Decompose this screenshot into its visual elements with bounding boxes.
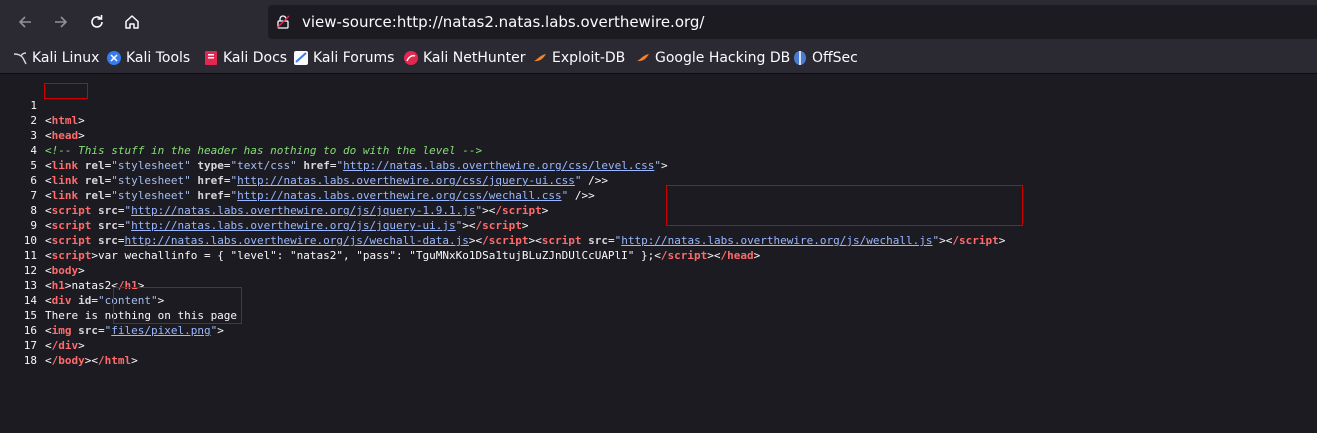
kali-dragon-icon <box>12 50 28 66</box>
line-number: 18 <box>23 354 37 367</box>
url-text[interactable]: view-source:http://natas2.natas.labs.ove… <box>302 5 704 39</box>
page-info-icon[interactable] <box>275 14 291 34</box>
source-line: 17 </body></html> <box>0 323 1317 367</box>
ghdb-icon <box>635 50 651 66</box>
source-line: 11 <body> <box>0 233 1317 277</box>
reload-icon <box>91 15 103 28</box>
reload-button[interactable] <box>83 8 111 36</box>
browser-toolbar: view-source:http://natas2.natas.labs.ove… <box>0 0 1317 43</box>
bookmark-kali-tools[interactable]: Kali Tools <box>106 43 190 73</box>
bookmark-label: Kali NetHunter <box>423 50 526 66</box>
source-line: 5 <link rel="stylesheet" href="http://na… <box>0 143 1317 187</box>
arrow-left-icon <box>18 16 31 28</box>
bookmark-label: Kali Tools <box>126 50 191 66</box>
source-line: 2 <head> <box>0 98 1317 142</box>
bookmark-kali-nethunter[interactable]: Kali NetHunter <box>403 43 525 73</box>
bookmark-offsec[interactable]: OffSec <box>792 43 858 73</box>
source-line: 8 <script src="http://natas.labs.overthe… <box>0 188 1317 232</box>
source-line: 18 <box>0 338 1317 367</box>
nethunter-icon <box>403 50 419 66</box>
bookmark-label: Kali Linux <box>32 50 100 66</box>
home-icon <box>125 15 139 29</box>
home-button[interactable] <box>118 8 146 36</box>
bookmark-google-hacking-db[interactable]: Google Hacking DB <box>635 43 790 73</box>
view-source-content: 1 <html> 2 <head> 3 <!-- This stuff in t… <box>0 74 1317 433</box>
source-line: 12 <h1>natas2</h1> <box>0 248 1317 292</box>
forward-button[interactable] <box>47 8 75 36</box>
source-line: 3 <!-- This stuff in the header has noth… <box>0 113 1317 157</box>
source-line: 7 <script src="http://natas.labs.overthe… <box>0 173 1317 217</box>
kali-docs-icon <box>203 50 219 66</box>
bookmark-kali-forums[interactable]: Kali Forums <box>293 43 394 73</box>
source-line: 9 <script src=http://natas.labs.overthew… <box>0 203 1317 247</box>
source-line: 13 <div id="content"> <box>0 263 1317 307</box>
source-line: 4 <link rel="stylesheet" type="text/css"… <box>0 128 1317 172</box>
bookmarks-toolbar: Kali Linux Kali Tools Kali Docs Kali For… <box>0 43 1317 74</box>
kali-tools-icon <box>106 50 122 66</box>
source-line: 1 <html> <box>0 83 1317 127</box>
bookmark-label: Google Hacking DB <box>655 50 791 66</box>
bookmark-label: Kali Forums <box>313 50 395 66</box>
url-bar[interactable]: view-source:http://natas2.natas.labs.ove… <box>268 5 1317 39</box>
bookmark-label: Exploit-DB <box>552 50 626 66</box>
arrow-right-icon <box>55 16 68 28</box>
bookmark-kali-linux[interactable]: Kali Linux <box>12 43 99 73</box>
offsec-icon <box>792 50 808 66</box>
bookmark-exploit-db[interactable]: Exploit-DB <box>532 43 625 73</box>
highlight-box-html-tag <box>44 83 88 99</box>
bookmark-label: Kali Docs <box>223 50 288 66</box>
exploit-db-icon <box>532 50 548 66</box>
source-line: 6 <link rel="stylesheet" href="http://na… <box>0 158 1317 202</box>
highlight-box-pixel-png <box>113 287 242 324</box>
bookmark-label: OffSec <box>812 50 858 66</box>
bookmark-kali-docs[interactable]: Kali Docs <box>203 43 287 73</box>
back-button[interactable] <box>11 8 39 36</box>
source-line: 10 <script>var wechallinfo = { "level": … <box>0 218 1317 262</box>
highlight-box-wechall-js <box>666 185 1023 226</box>
kali-forums-icon <box>293 50 309 66</box>
